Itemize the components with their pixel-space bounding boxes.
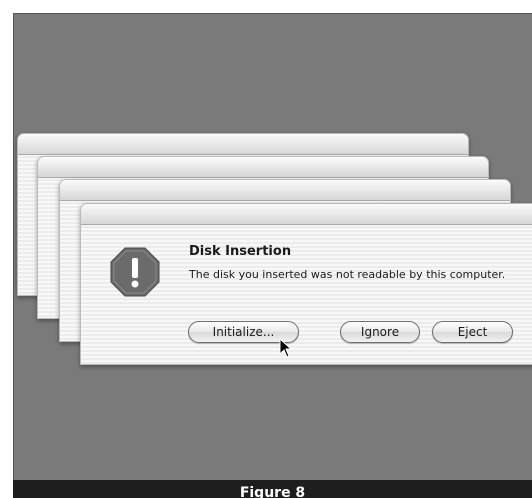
figure-caption-bar: Figure 8 xyxy=(13,480,532,498)
caution-octagon-icon xyxy=(110,247,160,297)
eject-button[interactable]: Eject xyxy=(432,321,513,343)
ignore-button[interactable]: Ignore xyxy=(340,321,420,343)
mouse-pointer-icon xyxy=(279,338,293,358)
dialog-titlebar xyxy=(18,134,468,155)
figure-frame: Disk Insertion The disk you inserted was… xyxy=(0,0,532,498)
dialog-titlebar xyxy=(38,157,488,178)
dialog-titlebar xyxy=(81,204,532,225)
figure-caption: Figure 8 xyxy=(239,485,306,498)
dialog-title: Disk Insertion xyxy=(189,244,292,259)
disk-insertion-dialog: Disk Insertion The disk you inserted was… xyxy=(80,203,532,365)
dialog-titlebar xyxy=(60,180,510,201)
dialog-message: The disk you inserted was not readable b… xyxy=(189,268,506,281)
